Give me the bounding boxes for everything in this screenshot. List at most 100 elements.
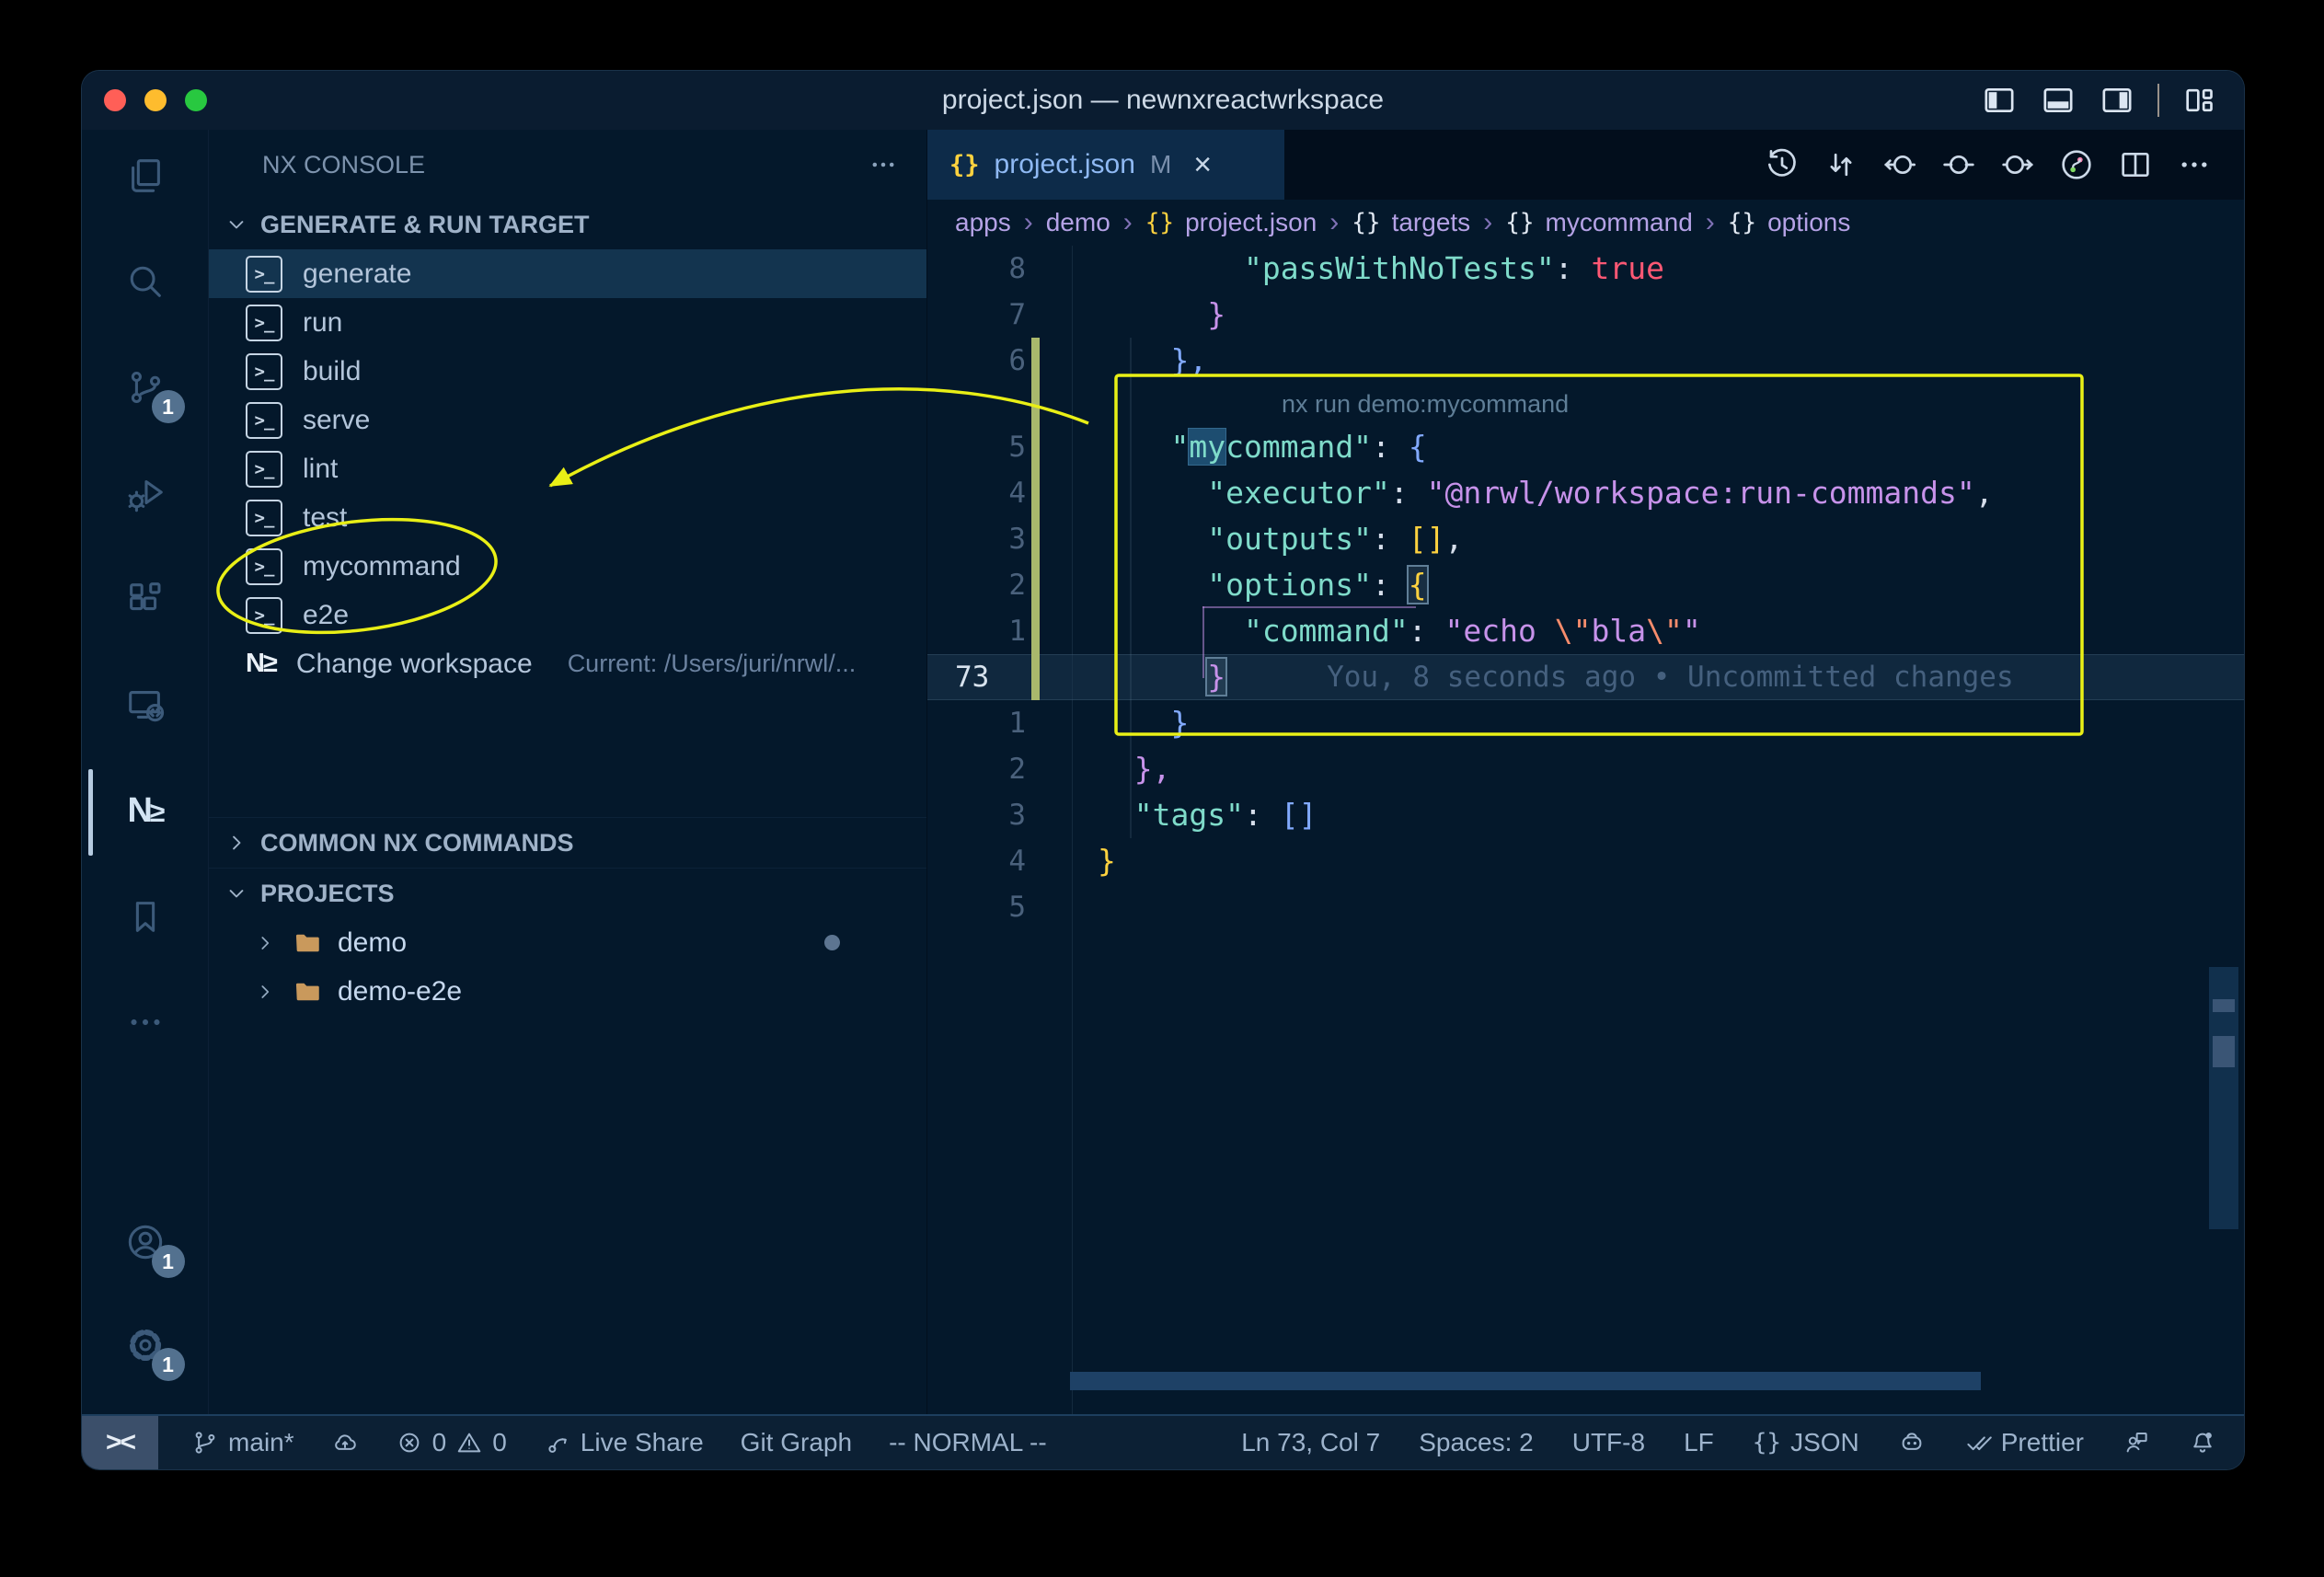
status-language-mode[interactable]: {}JSON bbox=[1753, 1428, 1859, 1457]
close-window-button[interactable] bbox=[104, 89, 126, 111]
code-line[interactable]: 73 }You, 8 seconds ago • Uncommitted cha… bbox=[927, 654, 2244, 700]
code-line[interactable]: 1 "command": "echo \"bla\"" bbox=[927, 608, 2244, 654]
code-line[interactable]: 4} bbox=[927, 838, 2244, 884]
target-item-lint[interactable]: >_lint bbox=[209, 444, 926, 493]
target-item-test[interactable]: >_test bbox=[209, 493, 926, 542]
breadcrumb-item-apps[interactable]: apps bbox=[955, 208, 1011, 237]
breadcrumb-item-targets[interactable]: {}targets bbox=[1352, 208, 1470, 237]
status-indentation[interactable]: Spaces: 2 bbox=[1419, 1428, 1534, 1457]
remote-indicator-button[interactable]: >< bbox=[82, 1416, 158, 1469]
previous-change-button[interactable] bbox=[1881, 146, 1918, 183]
toggle-primary-sidebar-button[interactable] bbox=[1981, 82, 2018, 119]
zoom-window-button[interactable] bbox=[185, 89, 207, 111]
breadcrumb-separator: › bbox=[1706, 207, 1715, 238]
target-item-build[interactable]: >_build bbox=[209, 347, 926, 396]
section-common-nx-commands[interactable]: COMMON NX COMMANDS bbox=[209, 817, 926, 868]
status-feedback[interactable] bbox=[2123, 1429, 2150, 1456]
status-eol[interactable]: LF bbox=[1684, 1428, 1714, 1457]
split-editor-button[interactable] bbox=[2117, 146, 2154, 183]
more-icon bbox=[2176, 146, 2213, 183]
toggle-panel-button[interactable] bbox=[2040, 82, 2077, 119]
code-line[interactable]: 3 "tags": [] bbox=[927, 792, 2244, 838]
status-notifications[interactable] bbox=[2189, 1429, 2216, 1456]
code-line[interactable]: 1 } bbox=[927, 700, 2244, 746]
breadcrumb-item-demo[interactable]: demo bbox=[1046, 208, 1110, 237]
bracket-guide-horizontal bbox=[1202, 606, 1416, 608]
code-line[interactable]: 5 bbox=[927, 884, 2244, 930]
status-problems[interactable]: 00 bbox=[396, 1428, 507, 1457]
status-sync[interactable] bbox=[331, 1429, 359, 1456]
target-label: lint bbox=[303, 454, 338, 485]
code-editor[interactable]: 8 "passWithNoTests": true7 }6 }, nx run d… bbox=[927, 246, 2244, 1414]
tab-bar: {} project.json M × bbox=[927, 130, 2244, 200]
tab-project-json[interactable]: {} project.json M × bbox=[927, 130, 1284, 200]
customize-layout-button[interactable] bbox=[2181, 82, 2218, 119]
status-branch[interactable]: main* bbox=[191, 1428, 294, 1457]
minimize-window-button[interactable] bbox=[144, 89, 167, 111]
section-projects[interactable]: PROJECTS bbox=[209, 868, 926, 918]
activity-item-accounts[interactable]: 1 bbox=[117, 1217, 174, 1267]
code-line[interactable]: 3 "outputs": [], bbox=[927, 516, 2244, 562]
project-label: demo bbox=[338, 927, 407, 959]
activity-item-source-control[interactable]: 1 bbox=[117, 363, 174, 412]
more-icon bbox=[124, 1001, 167, 1043]
status-git-graph[interactable]: Git Graph bbox=[741, 1428, 852, 1457]
breadcrumb: apps›demo›{}project.json›{}targets›{}myc… bbox=[927, 200, 2244, 246]
line-number: 6 bbox=[1008, 344, 1026, 377]
status-cursor-position[interactable]: Ln 73, Col 7 bbox=[1241, 1428, 1380, 1457]
section-label: COMMON NX COMMANDS bbox=[260, 829, 573, 858]
target-item-generate[interactable]: >_generate bbox=[209, 249, 926, 298]
project-item-demo-e2e[interactable]: demo-e2e bbox=[209, 967, 926, 1016]
target-item-mycommand[interactable]: >_mycommand bbox=[209, 542, 926, 591]
status-vim-mode[interactable]: -- NORMAL -- bbox=[889, 1428, 1047, 1457]
breadcrumb-item-options[interactable]: {}options bbox=[1728, 208, 1851, 237]
target-item-e2e[interactable]: >_e2e bbox=[209, 591, 926, 639]
code-line[interactable]: 2 }, bbox=[927, 746, 2244, 792]
activity-item-nx-console[interactable]: N≥ bbox=[117, 786, 174, 835]
activity-item-run-debug[interactable] bbox=[117, 468, 174, 518]
timeline-history-button[interactable] bbox=[1764, 146, 1801, 183]
status-copilot[interactable] bbox=[1898, 1429, 1926, 1456]
change-button[interactable] bbox=[1940, 146, 1977, 183]
code-line[interactable]: 2 "options": { bbox=[927, 562, 2244, 608]
breadcrumb-separator: › bbox=[1329, 207, 1339, 238]
code-line[interactable]: 5 "mycommand": { bbox=[927, 424, 2244, 470]
code-line[interactable]: 8 "passWithNoTests": true bbox=[927, 246, 2244, 292]
codelens-row: nx run demo:mycommand bbox=[927, 384, 2244, 424]
breadcrumb-item-project.json[interactable]: {}project.json bbox=[1145, 208, 1317, 237]
code-line[interactable]: 6 }, bbox=[927, 338, 2244, 384]
activity-item-remote-explorer[interactable] bbox=[117, 680, 174, 730]
gitlens-graph-button[interactable] bbox=[2058, 146, 2095, 183]
sidebar-more-actions-button[interactable] bbox=[868, 149, 899, 180]
code-line[interactable]: 7 } bbox=[927, 292, 2244, 338]
target-label: test bbox=[303, 502, 347, 534]
status-formatter[interactable]: Prettier bbox=[1964, 1428, 2084, 1457]
bracket-guide-vertical bbox=[1202, 606, 1204, 678]
activity-item-settings[interactable]: 1 bbox=[117, 1320, 174, 1370]
activity-item-search[interactable] bbox=[117, 257, 174, 306]
toggle-secondary-sidebar-button[interactable] bbox=[2099, 82, 2135, 119]
status-encoding[interactable]: UTF-8 bbox=[1572, 1428, 1645, 1457]
section-generate-run-target[interactable]: GENERATE & RUN TARGET bbox=[209, 200, 926, 249]
remote-icon bbox=[124, 684, 167, 726]
breadcrumb-item-mycommand[interactable]: {}mycommand bbox=[1505, 208, 1693, 237]
status-live-share[interactable]: Live Share bbox=[544, 1428, 704, 1457]
activity-item-explorer[interactable] bbox=[117, 151, 174, 201]
chev-right-icon bbox=[224, 830, 249, 856]
next-change-button[interactable] bbox=[1999, 146, 2036, 183]
target-item-run[interactable]: >_run bbox=[209, 298, 926, 347]
target-item-serve[interactable]: >_serve bbox=[209, 396, 926, 444]
titlebar[interactable]: project.json — newnxreactwrkspace bbox=[82, 71, 2244, 130]
activity-item-bookmarks[interactable] bbox=[117, 892, 174, 941]
codelens-link[interactable]: nx run demo:mycommand bbox=[1079, 390, 1569, 419]
horizontal-scrollbar[interactable] bbox=[1070, 1372, 1981, 1390]
activity-item-extensions[interactable] bbox=[117, 574, 174, 624]
tab-close-button[interactable]: × bbox=[1193, 149, 1212, 180]
open-changes-button[interactable] bbox=[1823, 146, 1859, 183]
change-workspace[interactable]: N≥ Change workspace Current: /Users/juri… bbox=[209, 639, 926, 688]
activity-item-more[interactable] bbox=[117, 997, 174, 1047]
more-actions-button[interactable] bbox=[2176, 146, 2213, 183]
json-symbol-icon: {} bbox=[1753, 1429, 1781, 1456]
code-line[interactable]: 4 "executor": "@nrwl/workspace:run-comma… bbox=[927, 470, 2244, 516]
project-item-demo[interactable]: demo bbox=[209, 918, 926, 967]
